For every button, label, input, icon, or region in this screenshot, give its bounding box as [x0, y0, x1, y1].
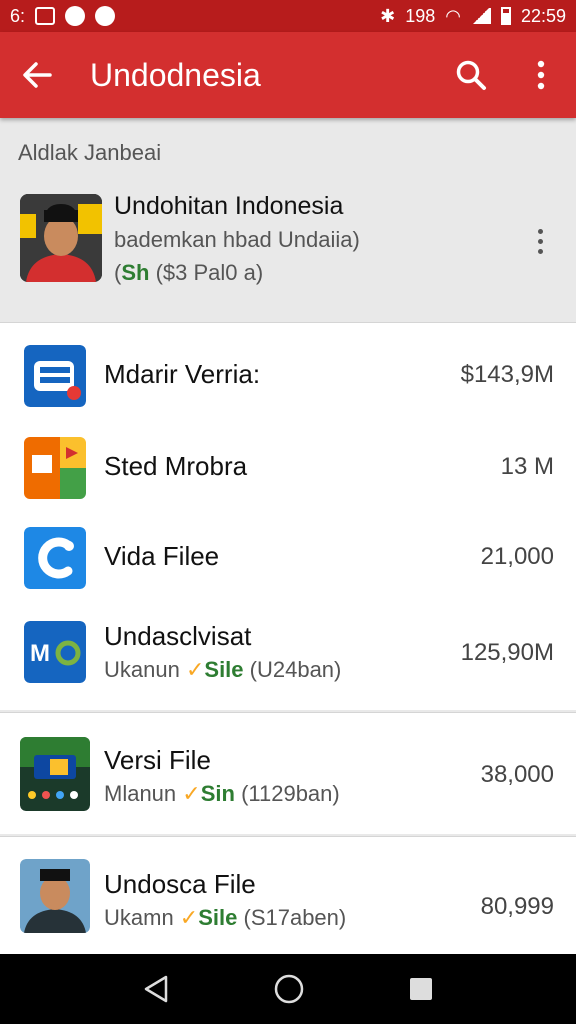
system-nav-bar	[0, 954, 576, 1024]
item-name: Vida Filee	[104, 541, 220, 571]
bluetooth-icon: ✱	[380, 5, 396, 26]
status-time-left: 6:	[10, 5, 26, 26]
page-title: Undodnesia	[90, 56, 261, 93]
back-arrow-icon	[23, 62, 52, 88]
slides-app-icon	[24, 437, 86, 499]
list-item[interactable]: Sted Mrobra 13 M	[0, 435, 576, 505]
nav-recents-icon[interactable]	[408, 976, 434, 1002]
search-icon	[456, 60, 486, 90]
check-icon: ✓	[179, 905, 199, 930]
item-value: 125,90M	[460, 639, 554, 666]
battery-icon	[500, 7, 511, 25]
featured-item[interactable]: Undohitan Indonesia bademkan hbad Undaii…	[0, 180, 576, 308]
person-avatar-icon	[20, 194, 102, 282]
notification-dot-icon	[95, 6, 116, 26]
list-item[interactable]: Vida Filee 21,000	[0, 525, 576, 595]
featured-more-button[interactable]	[528, 226, 552, 256]
item-sub-green: Sin	[200, 781, 235, 806]
more-options-button[interactable]	[506, 32, 576, 118]
item-value: 13 M	[500, 453, 554, 480]
video-thumbnail-icon	[20, 737, 90, 811]
featured-meta-green: Sh	[121, 260, 150, 285]
item-sub-prefix: Mlanun	[104, 781, 183, 806]
person-avatar-icon	[20, 859, 90, 933]
item-sub-green: Sile	[198, 905, 238, 930]
featured-meta: (Sh ($3 Pal0 a)	[114, 260, 263, 286]
status-time: 22:59	[520, 5, 566, 26]
item-sub-suffix: (U24ban)	[243, 657, 342, 682]
item-sub-suffix: (S17aben)	[237, 905, 347, 930]
signal-icon	[470, 8, 491, 24]
app-bar: Undodnesia	[0, 32, 576, 118]
item-value: 21,000	[480, 543, 554, 570]
item-subtitle: Mlanun ✓Sin (1129ban)	[104, 781, 340, 807]
gallery-notification-icon	[35, 7, 56, 25]
check-icon: ✓	[185, 657, 205, 682]
item-name: Sted Mrobra	[104, 451, 248, 481]
item-value: 80,999	[480, 893, 554, 920]
list-item[interactable]: Versi File Mlanun ✓Sin (1129ban) 38,000	[0, 735, 576, 815]
item-sub-prefix: Ukanun	[104, 657, 186, 682]
item-name: Mdarir Verria:	[104, 359, 261, 389]
item-sub-prefix: Ukamn	[104, 905, 180, 930]
more-dot-icon	[537, 228, 543, 234]
featured-subtitle: bademkan hbad Undaiia)	[114, 227, 360, 252]
wifi-icon: ◠	[445, 5, 461, 26]
item-subtitle: Ukamn ✓Sile (S17aben)	[104, 905, 346, 931]
section-header: Aldlak Janbeai	[18, 140, 162, 165]
notification-dot-icon	[65, 6, 86, 26]
item-name: Undasclvisat	[104, 621, 252, 651]
item-sub-suffix: (1129ban)	[234, 781, 340, 806]
svg-text:M: M	[30, 640, 50, 667]
item-value: $143,9M	[460, 361, 554, 388]
featured-meta-suffix: ($3 Pal0 a)	[149, 260, 264, 285]
status-bar: 6: ✱ 198 ◠ 22:59	[0, 0, 576, 32]
back-button[interactable]	[0, 32, 74, 118]
more-dot-icon	[537, 248, 543, 254]
list-item[interactable]: Mdarir Verria: $143,9M	[0, 343, 576, 413]
nav-home-icon[interactable]	[273, 973, 305, 1005]
item-name: Undosca File	[104, 869, 256, 899]
check-icon: ✓	[182, 781, 201, 806]
list-item[interactable]: Undosca File Ukamn ✓Sile (S17aben) 80,99…	[0, 857, 576, 937]
status-network-text: 198	[405, 5, 436, 26]
item-sub-green: Sile	[204, 657, 244, 682]
e-app-icon	[24, 345, 86, 407]
search-button[interactable]	[436, 32, 506, 118]
item-subtitle: Ukanun ✓Sile (U24ban)	[104, 657, 341, 683]
item-name: Versi File	[104, 745, 211, 775]
list-card: Versi File Mlanun ✓Sin (1129ban) 38,000	[0, 712, 576, 834]
featured-title: Undohitan Indonesia	[114, 192, 344, 220]
nav-back-icon[interactable]	[142, 974, 170, 1004]
item-value: 38,000	[480, 761, 554, 788]
mb-app-icon: M	[24, 621, 86, 683]
c-app-icon	[24, 527, 86, 589]
list-card: Mdarir Verria: $143,9M Sted Mrobra 13 M …	[0, 322, 576, 710]
list-item[interactable]: M Undasclvisat Ukanun ✓Sile (U24ban) 125…	[0, 615, 576, 695]
more-vert-icon	[537, 60, 545, 90]
list-card: Undosca File Ukamn ✓Sile (S17aben) 80,99…	[0, 836, 576, 954]
more-dot-icon	[537, 238, 543, 244]
